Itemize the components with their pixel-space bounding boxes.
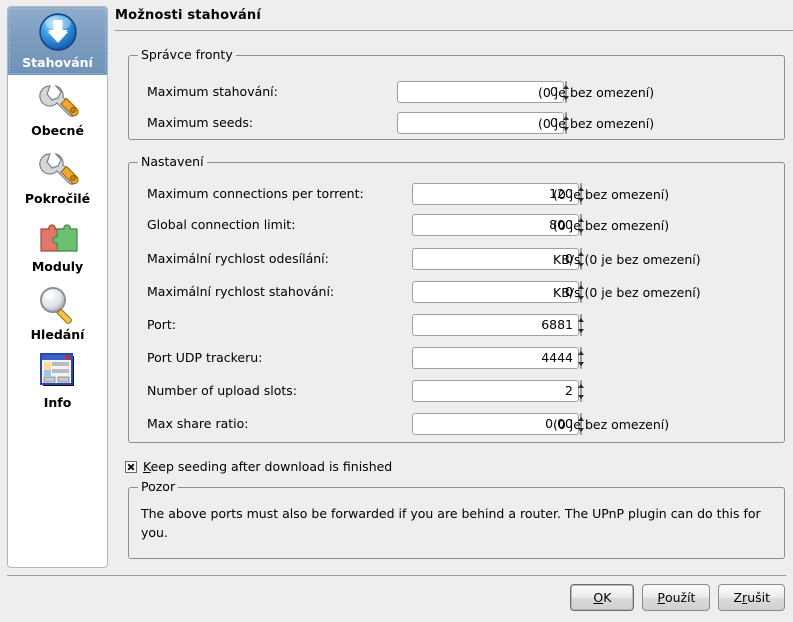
footer-divider — [7, 575, 786, 576]
settings-pane: Možnosti stahování Správce fronty Maximu… — [115, 0, 793, 622]
sidebar-item-hledani[interactable]: Hledání — [8, 279, 107, 347]
row-label: Port UDP trackeru: — [147, 350, 263, 365]
row-hint: (0 je bez omezení) — [553, 218, 670, 233]
row-hint: (0 je bez omezení) — [553, 417, 670, 432]
row-port: Port: — [147, 314, 776, 338]
sidebar-item-info[interactable]: Info — [8, 347, 107, 415]
row-label: Maximum stahování: — [147, 84, 278, 99]
spinner-buttons[interactable] — [578, 347, 584, 369]
page-title: Možnosti stahování — [115, 8, 262, 23]
keep-seeding-mnemonic: K — [143, 459, 151, 474]
sidebar-item-label: Moduly — [31, 259, 84, 274]
ok-button-mnemonic: O — [593, 590, 604, 605]
row-hint: (0 je bez omezení) — [538, 116, 655, 131]
sidebar-item-label: Pokročilé — [24, 191, 91, 206]
row-hint: (0 je bez omezení) — [553, 187, 670, 202]
row-max-upload-speed: Maximální rychlost odesílání: KB/s (0 je… — [147, 248, 776, 272]
group-title: Správce fronty — [138, 48, 236, 62]
group-title: Nastavení — [138, 155, 207, 169]
notice-group: Pozor The above ports must also be forwa… — [128, 480, 785, 559]
notice-text: The above ports must also be forwarded i… — [141, 506, 761, 540]
row-label: Maximální rychlost stahování: — [147, 284, 335, 299]
row-label: Number of upload slots: — [147, 383, 298, 398]
port-spinner[interactable] — [412, 314, 584, 336]
spinner-buttons[interactable] — [578, 380, 584, 402]
sidebar-item-moduly[interactable]: Moduly — [8, 211, 107, 279]
row-label: Max share ratio: — [147, 416, 249, 431]
keep-seeding-label-rest: eep seeding after download is finished — [150, 459, 393, 474]
max-upload-speed-spinner[interactable] — [412, 248, 584, 270]
row-udp-tracker-port: Port UDP trackeru: — [147, 347, 776, 371]
ok-button-label: K — [603, 590, 612, 605]
keep-seeding-label: Keep seeding after download is finished — [143, 459, 392, 474]
row-max-connections-per-torrent: Maximum connections per torrent: (0 je b… — [147, 183, 776, 207]
max-download-speed-spinner[interactable] — [412, 281, 584, 303]
sidebar-item-pokrocile[interactable]: Pokročilé — [8, 143, 107, 211]
row-max-download-speed: Maximální rychlost stahování: KB/s (0 je… — [147, 281, 776, 305]
spinner-up-button[interactable] — [578, 347, 584, 358]
row-label: Global connection limit: — [147, 217, 296, 232]
spinner-up-button[interactable] — [578, 314, 584, 325]
row-label: Maximální rychlost odesílání: — [147, 251, 329, 266]
title-divider — [115, 30, 793, 31]
cancel-button-prefix: Z — [733, 590, 743, 605]
download-icon — [38, 13, 77, 51]
group-title: Pozor — [138, 480, 179, 494]
global-connection-limit-spinner[interactable] — [412, 214, 584, 236]
window-info-icon — [39, 353, 74, 386]
dialog-button-row: OK Použít Zr ušit — [570, 584, 785, 611]
udp-tracker-port-input[interactable] — [412, 347, 579, 369]
max-share-ratio-spinner[interactable] — [412, 413, 584, 435]
sidebar-item-stahovani[interactable]: Stahování — [8, 7, 107, 75]
row-hint: KB/s (0 je bez omezení) — [553, 252, 701, 267]
upload-slots-input[interactable] — [412, 380, 579, 402]
row-hint: KB/s (0 je bez omezení) — [553, 285, 701, 300]
preferences-dialog: Stahování Obecné Pokročilé Moduly Hledán… — [0, 0, 793, 622]
row-max-seeds: Maximum seeds: (0 je bez omezení) — [147, 112, 776, 136]
cancel-button[interactable]: Zr ušit — [718, 584, 785, 611]
puzzle-icon — [39, 224, 78, 252]
max-connections-per-torrent-spinner[interactable] — [412, 183, 584, 205]
spinner-down-button[interactable] — [578, 325, 584, 336]
max-seeds-spinner[interactable] — [397, 112, 569, 134]
max-downloads-spinner[interactable] — [397, 81, 569, 103]
settings-group: Nastavení Maximum connections per torren… — [128, 155, 785, 443]
row-label: Maximum connections per torrent: — [147, 186, 364, 201]
apply-button[interactable]: Použít — [642, 584, 711, 611]
spinner-down-button[interactable] — [578, 391, 584, 402]
row-label: Port: — [147, 317, 176, 332]
row-max-share-ratio: Max share ratio: (0 je bez omezení) — [147, 413, 776, 437]
spinner-up-button[interactable] — [578, 380, 584, 391]
wrench-icon — [38, 152, 79, 185]
row-label: Maximum seeds: — [147, 115, 254, 130]
sidebar-item-obecne[interactable]: Obecné — [8, 75, 107, 143]
wrench-icon — [38, 84, 79, 117]
apply-button-label: oužít — [664, 590, 696, 605]
sidebar-category-list[interactable]: Stahování Obecné Pokročilé Moduly Hledán… — [7, 6, 108, 568]
keep-seeding-checkbox-row[interactable]: Keep seeding after download is finished — [125, 459, 392, 474]
ok-button[interactable]: OK — [570, 584, 635, 611]
udp-tracker-port-spinner[interactable] — [412, 347, 584, 369]
sidebar-item-label: Obecné — [31, 123, 84, 138]
sidebar-item-label: Info — [43, 395, 72, 410]
apply-button-mnemonic: P — [657, 590, 665, 605]
spinner-down-button[interactable] — [578, 358, 584, 369]
spinner-buttons[interactable] — [578, 314, 584, 336]
cancel-button-label: ušit — [747, 590, 770, 605]
row-upload-slots: Number of upload slots: — [147, 380, 776, 404]
row-hint: (0 je bez omezení) — [538, 85, 655, 100]
port-input[interactable] — [412, 314, 579, 336]
upload-slots-spinner[interactable] — [412, 380, 584, 402]
sidebar-item-label: Hledání — [30, 327, 85, 342]
row-max-downloads: Maximum stahování: (0 je bez omezení) — [147, 81, 776, 105]
row-global-connection-limit: Global connection limit: (0 je bez omeze… — [147, 214, 776, 238]
keep-seeding-checkbox[interactable] — [125, 460, 137, 473]
queue-manager-group: Správce fronty Maximum stahování: (0 je … — [128, 48, 785, 140]
sidebar-item-label: Stahování — [22, 55, 93, 70]
magnifier-icon — [39, 287, 72, 324]
